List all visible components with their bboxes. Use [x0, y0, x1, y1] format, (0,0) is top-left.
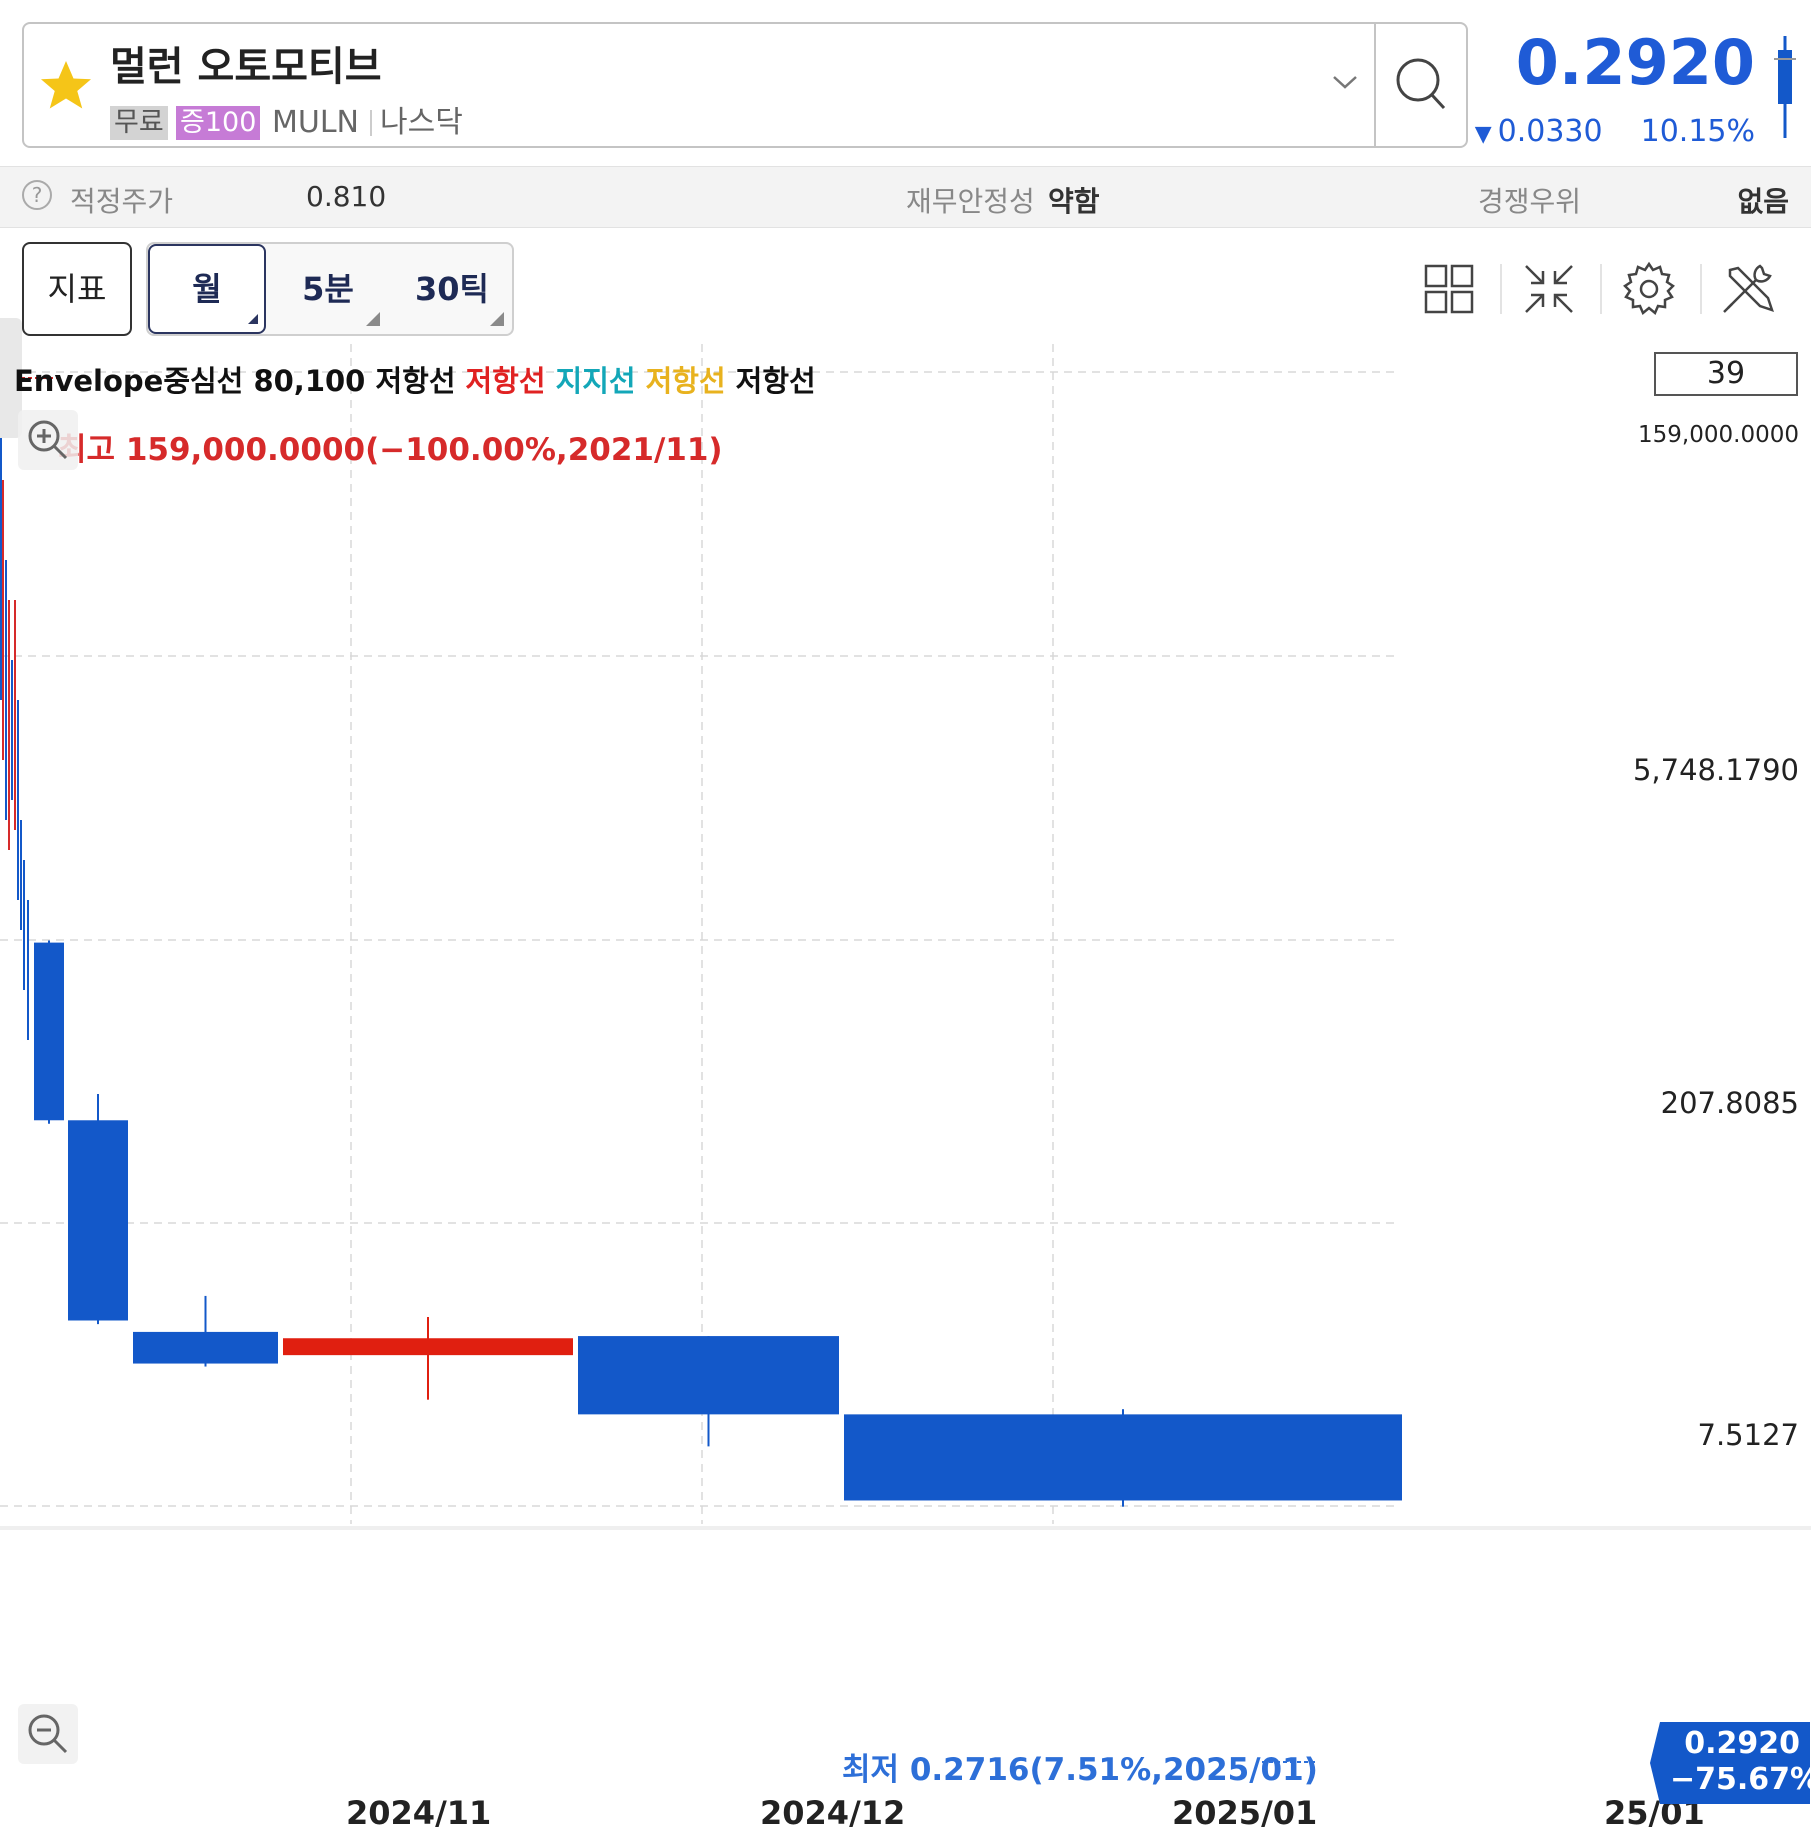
divider [1700, 264, 1702, 314]
candle-body [578, 1336, 839, 1415]
stock-name: 멀런 오토모티브 [110, 44, 382, 90]
change-amount: 0.0330 [1497, 114, 1603, 149]
divider [1500, 264, 1502, 314]
down-triangle-icon: ▼ [1474, 122, 1492, 147]
margin-badge: 증100 [176, 106, 261, 140]
mini-candle-icon [1774, 36, 1796, 138]
price-change: ▼ 0.0330 10.15% [1475, 114, 1755, 149]
legend-item-support: 지지선 [555, 364, 636, 398]
candle-body [844, 1414, 1402, 1501]
current-price-label-pct: −75.67% [1670, 1762, 1811, 1797]
x-axis-line [0, 1526, 1811, 1530]
y-tick-label: 159,000.0000 [1638, 422, 1799, 448]
stability-value: 약함 [1048, 185, 1100, 218]
fair-price-label: 적정주가 [70, 185, 174, 218]
collapse-icon[interactable] [1516, 256, 1582, 322]
current-price-label-value: 0.2920 [1684, 1726, 1800, 1761]
tools-icon[interactable] [1716, 256, 1782, 322]
candlestick-chart[interactable] [0, 344, 1811, 1841]
zoom-in-icon[interactable] [18, 410, 78, 470]
chevron-down-icon[interactable] [1330, 72, 1360, 92]
fair-price-value: 0.810 [306, 180, 387, 213]
legend-prefix: Envelope중심선 80,100 저항선 [14, 364, 456, 398]
candle-body [133, 1331, 278, 1364]
visible-count-input[interactable]: 39 [1654, 352, 1798, 396]
y-tick-label: 207.8085 [1660, 1086, 1799, 1120]
ticker-symbol: MULN [272, 105, 359, 140]
candle-body [68, 1120, 128, 1321]
x-tick-label: 2025/01 [1172, 1794, 1318, 1832]
exchange-name: 나스닥 [380, 105, 463, 140]
change-percent: 10.15% [1640, 114, 1755, 149]
legend-item-resistance: 저항선 [465, 364, 546, 398]
indicator-button[interactable]: 지표 [22, 242, 132, 336]
x-tick-label: 2024/11 [346, 1794, 492, 1832]
history-candles [0, 372, 1316, 1763]
indicator-legend: Envelope중심선 80,100 저항선 저항선 지지선 저항선 저항선 [14, 358, 826, 400]
low-annotation: 최저 0.2716(7.51%,2025/01) [842, 1752, 1318, 1788]
gear-icon[interactable] [1616, 256, 1682, 322]
y-tick-label: 7.5127 [1697, 1418, 1799, 1452]
zoom-out-icon[interactable] [18, 1704, 78, 1764]
legend-item-resistance: 저항선 [735, 364, 816, 398]
candle-body [34, 942, 64, 1121]
divider [1600, 264, 1602, 314]
competitive-advantage-label: 경쟁우위 [1478, 185, 1582, 218]
free-badge: 무료 [110, 106, 168, 140]
help-icon[interactable]: ? [22, 180, 52, 210]
legend-item-resistance: 저항선 [645, 364, 726, 398]
favorite-star-icon[interactable] [36, 56, 96, 116]
high-annotation: 최고 159,000.0000(−100.00%,2021/11) [58, 432, 723, 468]
layout-grid-icon[interactable] [1416, 256, 1482, 322]
dropdown-corner-icon [490, 312, 504, 326]
competitive-advantage-value: 없음 [1737, 185, 1789, 218]
divider [370, 110, 372, 136]
current-price: 0.2920 [1515, 26, 1755, 99]
stability-label: 재무안정성 [906, 185, 1035, 218]
dropdown-corner-icon [248, 314, 258, 324]
dropdown-corner-icon [366, 312, 380, 326]
candle-body [283, 1338, 573, 1356]
x-tick-label: 2024/12 [760, 1794, 906, 1832]
search-icon[interactable] [1376, 24, 1466, 146]
current-price-label: 0.2920 −75.67% [1670, 1726, 1811, 1798]
y-tick-label: 5,748.1790 [1632, 753, 1799, 787]
